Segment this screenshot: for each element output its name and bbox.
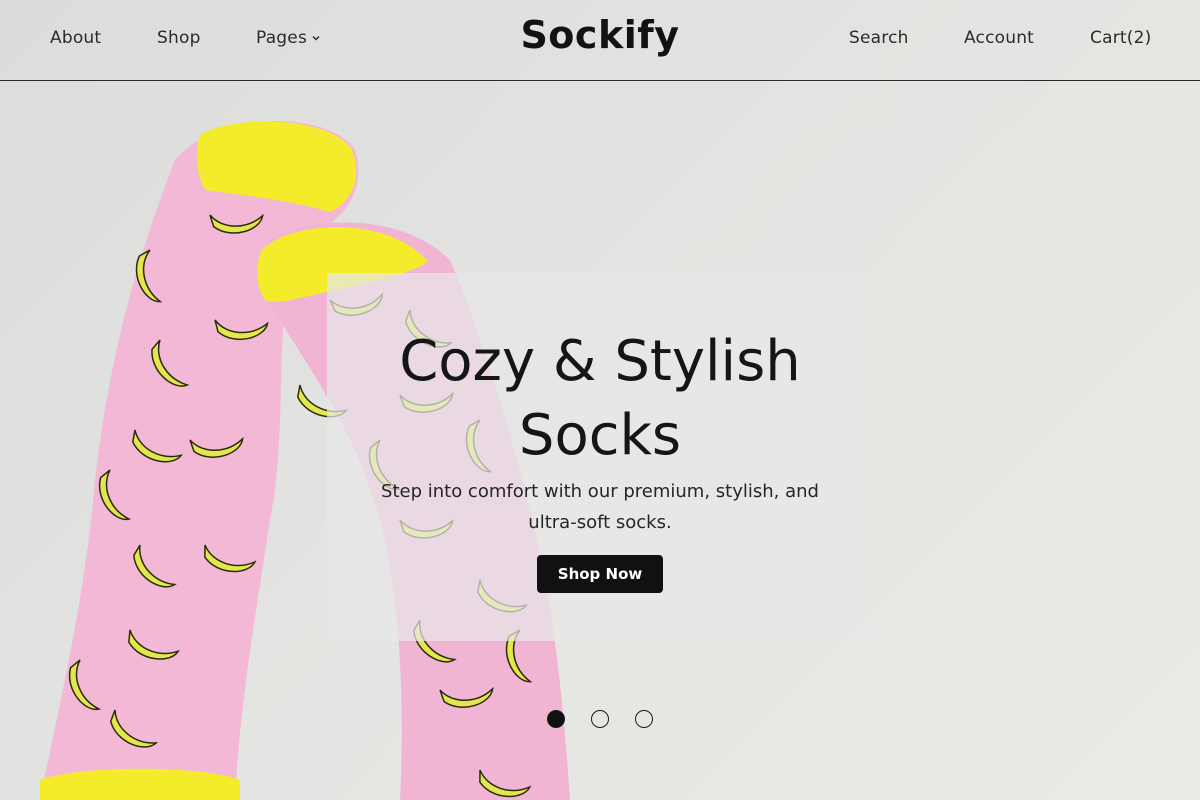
hero-title: Cozy & Stylish Socks — [327, 325, 873, 473]
slide-dot-3[interactable] — [635, 710, 653, 728]
hero-subtitle: Step into comfort with our premium, styl… — [367, 476, 833, 538]
hero-subtitle-line1: Step into comfort with our premium, styl… — [381, 481, 819, 502]
hero-title-line2: Socks — [518, 403, 682, 468]
nav-link-cart[interactable]: Cart(2) — [1090, 28, 1151, 48]
hero-card: Cozy & Stylish Socks Step into comfort w… — [327, 273, 873, 641]
shop-now-button[interactable]: Shop Now — [537, 555, 663, 593]
nav-link-account[interactable]: Account — [964, 28, 1034, 48]
slide-dot-2[interactable] — [591, 710, 609, 728]
site-header: About Shop Pages Sockify Search Account … — [0, 0, 1200, 81]
slide-dot-1[interactable] — [547, 710, 565, 728]
slide-indicators — [547, 710, 653, 728]
hero-title-line1: Cozy & Stylish — [399, 329, 801, 394]
hero-subtitle-line2: ultra-soft socks. — [528, 512, 672, 533]
nav-link-search[interactable]: Search — [849, 28, 909, 48]
